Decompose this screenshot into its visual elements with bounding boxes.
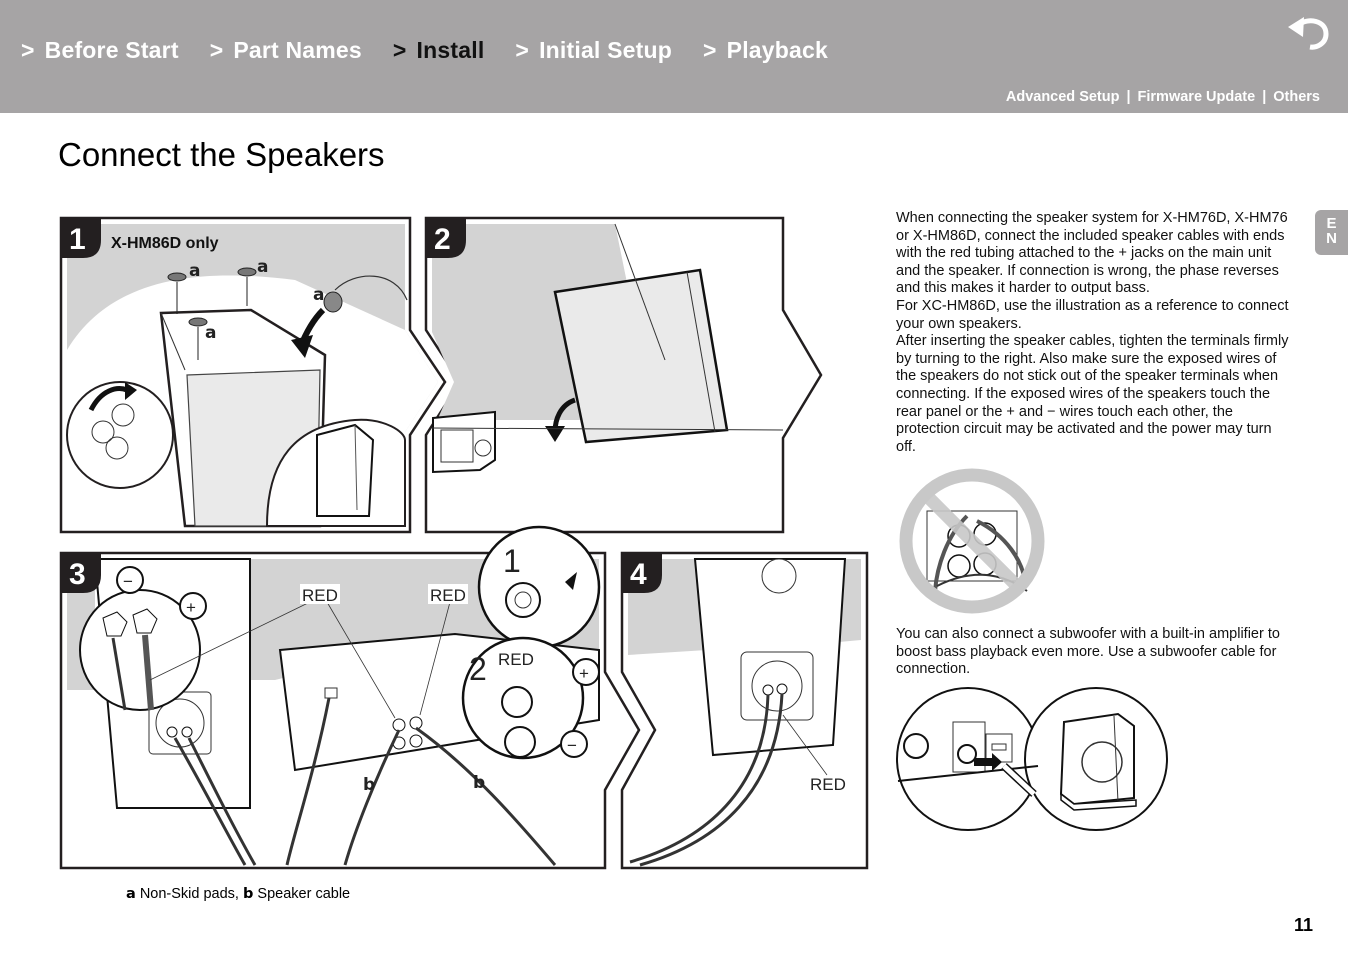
figure-caption: a Non-Skid pads, b Speaker cable bbox=[126, 886, 350, 902]
nav-label: Playback bbox=[726, 37, 828, 63]
nav-install[interactable]: > Install bbox=[393, 37, 485, 64]
lang-letter: N bbox=[1326, 230, 1337, 247]
plus-icon: + bbox=[186, 598, 196, 617]
pad-label-a: a bbox=[205, 323, 216, 343]
subwoofer-connection-illustration bbox=[896, 687, 1168, 831]
caption-key-a: a bbox=[126, 886, 136, 902]
plus-icon: + bbox=[579, 664, 589, 683]
chevron-right-icon: > bbox=[209, 37, 224, 63]
link-advanced-setup[interactable]: Advanced Setup bbox=[1006, 89, 1120, 105]
step-number: 1 bbox=[69, 223, 86, 256]
step3-panel: − + RED RED b b 1 2 RED + − 3 bbox=[59, 525, 641, 870]
prohibited-wiring-illustration bbox=[899, 468, 1045, 614]
paragraph: After inserting the speaker cables, tigh… bbox=[896, 333, 1289, 455]
caption-text: Speaker cable bbox=[253, 886, 351, 902]
step1-panel: a a a a 1 X-HM86D only bbox=[59, 216, 447, 534]
step-number: 2 bbox=[434, 223, 451, 256]
nav-label: Before Start bbox=[44, 37, 179, 63]
installation-illustrations: a a a a 1 X-HM86D only 2 − + RED RED b b… bbox=[55, 210, 875, 880]
step-number: 3 bbox=[69, 558, 86, 591]
minus-icon: − bbox=[567, 736, 577, 755]
chevron-right-icon: > bbox=[703, 37, 717, 63]
red-label: RED bbox=[302, 586, 338, 605]
separator: | bbox=[1126, 89, 1131, 105]
chevron-right-icon: > bbox=[392, 37, 407, 63]
instructions-text: When connecting the speaker system for X… bbox=[896, 210, 1291, 456]
link-firmware-update[interactable]: Firmware Update bbox=[1138, 89, 1256, 105]
red-label: RED bbox=[498, 650, 534, 669]
inset-step-1: 1 bbox=[503, 543, 521, 579]
paragraph: When connecting the speaker system for X… bbox=[896, 210, 1288, 297]
caption-text: Non-Skid pads, bbox=[135, 886, 243, 902]
red-label: RED bbox=[430, 586, 466, 605]
pad-label-a: a bbox=[189, 261, 200, 281]
nav-playback[interactable]: > Playback bbox=[703, 37, 828, 64]
caption-key-b: b bbox=[243, 886, 254, 902]
paragraph: For XC-HM86D, use the illustration as a … bbox=[896, 297, 1289, 332]
illustrations-svg: a a a a 1 X-HM86D only 2 − + RED RED b b… bbox=[59, 216, 869, 870]
nav-before-start[interactable]: > Before Start bbox=[21, 37, 179, 64]
page-number: 11 bbox=[1294, 915, 1314, 935]
step1-heading: X-HM86D only bbox=[111, 235, 219, 252]
header-bar: > Before Start > Part Names > Install > Init… bbox=[0, 0, 1348, 113]
pad-label-a: a bbox=[313, 285, 324, 305]
chevron-right-icon: > bbox=[21, 37, 35, 63]
chevron-right-icon: > bbox=[515, 37, 530, 63]
back-button[interactable] bbox=[1286, 14, 1330, 50]
nav-label: Install bbox=[416, 37, 485, 63]
step2-panel: 2 bbox=[424, 216, 823, 534]
language-tab[interactable]: E N bbox=[1315, 210, 1348, 255]
step4-panel: RED 4 bbox=[620, 551, 869, 870]
page-title: Connect the Speakers bbox=[58, 136, 385, 173]
nav-label: Part Names bbox=[233, 37, 362, 63]
nav-part-names[interactable]: > Part Names bbox=[210, 37, 362, 64]
sub-nav: Advanced Setup | Firmware Update | Others bbox=[1006, 89, 1320, 105]
red-label: RED bbox=[810, 775, 846, 794]
inset-step-2: 2 bbox=[469, 651, 487, 687]
return-arrow-icon bbox=[1288, 17, 1329, 50]
pad-label-a: a bbox=[257, 257, 268, 277]
step-number: 4 bbox=[630, 558, 647, 591]
main-nav: > Before Start > Part Names > Install > Init… bbox=[21, 37, 828, 64]
link-others[interactable]: Others bbox=[1273, 89, 1320, 105]
cable-label-b: b bbox=[473, 773, 485, 793]
separator: | bbox=[1262, 89, 1267, 105]
nav-initial-setup[interactable]: > Initial Setup bbox=[515, 37, 672, 64]
minus-icon: − bbox=[123, 572, 133, 591]
lang-letter: E bbox=[1326, 215, 1337, 232]
nav-label: Initial Setup bbox=[539, 37, 673, 63]
cable-label-b: b bbox=[363, 775, 375, 795]
subwoofer-text: You can also connect a subwoofer with a … bbox=[896, 626, 1280, 678]
